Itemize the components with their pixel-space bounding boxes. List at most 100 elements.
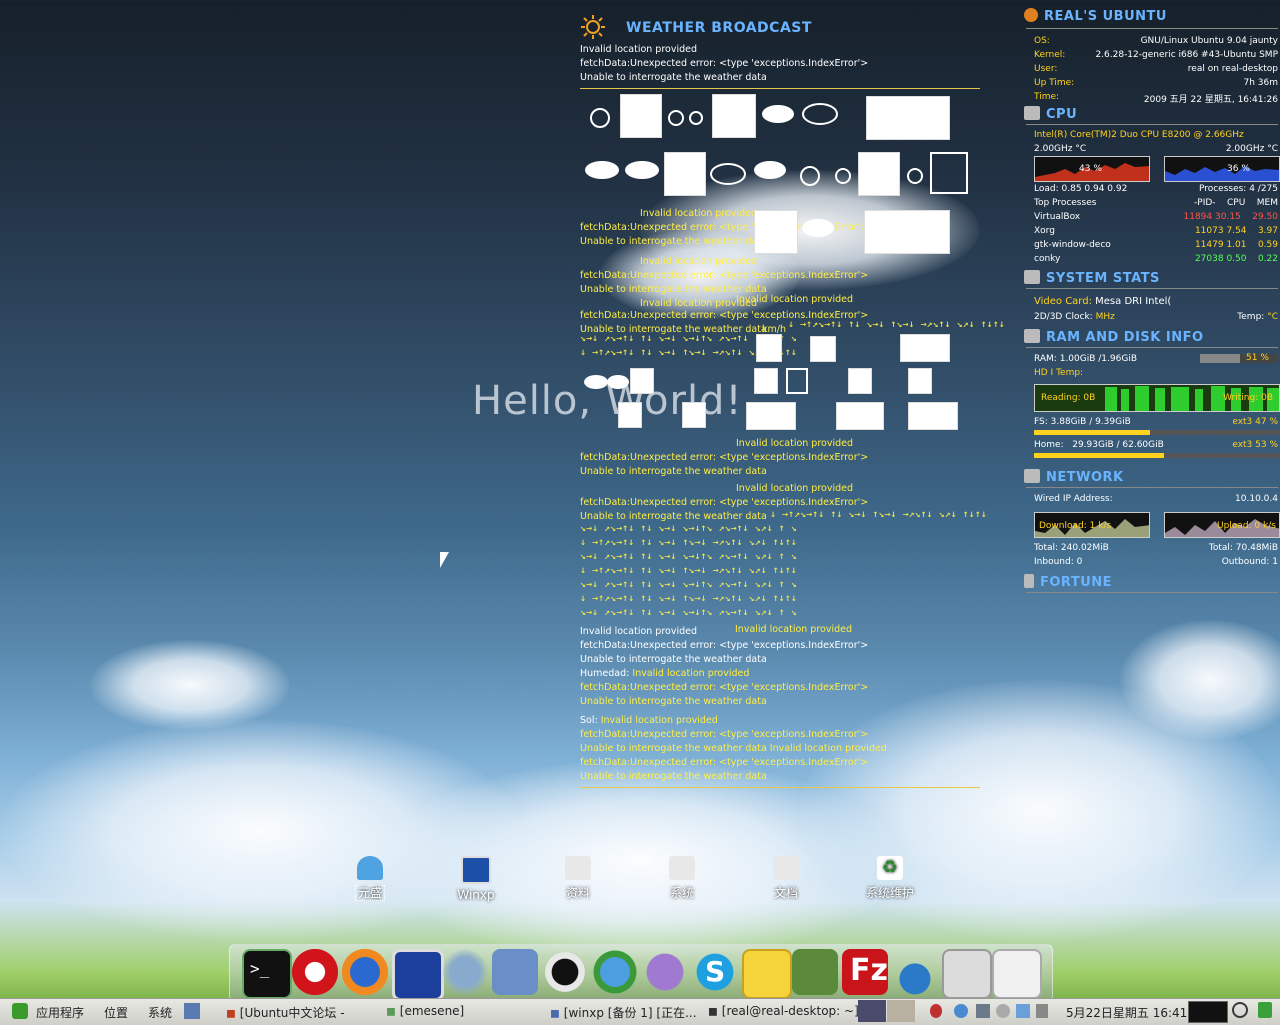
computer-icon bbox=[1024, 270, 1040, 284]
weather-message: Invalid location provided bbox=[640, 208, 758, 219]
monitor-icon bbox=[461, 856, 491, 884]
panel-clock[interactable]: 5月22日星期五 16:41 bbox=[1066, 1004, 1187, 1021]
disk-icon[interactable] bbox=[942, 949, 992, 999]
tray-icon[interactable] bbox=[930, 1004, 942, 1018]
desktop-icon-label: 资料 bbox=[565, 886, 590, 900]
weather-message: Invalid location provided bbox=[736, 294, 854, 305]
skype-icon[interactable]: S bbox=[692, 949, 738, 995]
wind-arrows: ↘→↓ ↗↘→↑↓ ↑↓ ↘→↓ ↘→↓↑↘ ↗↘→↑↓ ↘↗↓ ↑ ↘ bbox=[580, 523, 797, 534]
weather-widget: WEATHER BROADCAST Invalid location provi… bbox=[578, 14, 1005, 790]
weather-message: Invalid location provided bbox=[735, 624, 853, 635]
weather-message: fetchData:Unexpected error: <type 'excep… bbox=[580, 58, 869, 69]
wind-arrows: ↘→↓ ↗↘→↑↓ ↑↓ ↘→↓ ↘→↓↑↘ ↗↘→↑↓ ↘↗↓ ↑ ↘ bbox=[580, 579, 797, 590]
folder-icon bbox=[669, 856, 695, 880]
workspace-2[interactable] bbox=[887, 1000, 915, 1022]
bottom-panel: 应用程序 位置 系统 ◼ [Ubuntu中文论坛 - ◼ [emesene] ◼… bbox=[0, 998, 1280, 1025]
cloud-icon bbox=[800, 94, 840, 134]
conky-system-monitor: REAL'S UBUNTU OS: GNU/Linux Ubuntu 9.04 j… bbox=[1024, 4, 1280, 594]
water-drop-icon[interactable] bbox=[892, 949, 938, 995]
system-menu[interactable]: 系统 bbox=[148, 1004, 172, 1021]
na-icon bbox=[930, 152, 968, 194]
rain-cloud-icon bbox=[750, 154, 790, 194]
mail-icon[interactable] bbox=[742, 949, 792, 999]
system-stats-heading: SYSTEM STATS bbox=[1024, 270, 1160, 286]
menu-logo-icon[interactable] bbox=[12, 1003, 28, 1019]
network-tray-icon[interactable] bbox=[976, 1004, 990, 1018]
folder-icon bbox=[773, 856, 799, 880]
sun-label: Sol: Invalid location provided bbox=[580, 715, 718, 726]
sun-icon bbox=[582, 98, 622, 138]
weather-title: WEATHER BROADCAST bbox=[626, 20, 812, 36]
remote-desktop-icon[interactable] bbox=[492, 949, 538, 995]
ram-bar: 51 % bbox=[1200, 353, 1278, 363]
desktop-icon-wendang[interactable]: 文档 bbox=[754, 856, 818, 901]
places-menu[interactable]: 位置 bbox=[104, 1004, 128, 1021]
taskbar-item-terminal[interactable]: ◼ [real@real-desktop: ~] bbox=[708, 1004, 859, 1018]
snow-icon bbox=[754, 368, 778, 394]
thunder-cloud-icon bbox=[582, 154, 622, 194]
humidity-label: Humedad: Invalid location provided bbox=[580, 668, 750, 679]
weather-message: fetchData:Unexpected error: <type 'excep… bbox=[580, 452, 869, 463]
tray-icon[interactable] bbox=[954, 1004, 968, 1018]
taskbar-item-emesene[interactable]: ◼ [emesene] bbox=[386, 1004, 464, 1018]
workspace-1[interactable] bbox=[858, 1000, 886, 1022]
qq-icon[interactable] bbox=[542, 949, 588, 995]
divider bbox=[1026, 28, 1278, 29]
book-icon[interactable] bbox=[792, 949, 838, 995]
divider bbox=[1026, 592, 1278, 593]
trash-icon[interactable] bbox=[1258, 1002, 1272, 1018]
ipod-icon[interactable] bbox=[992, 949, 1042, 999]
cloud-icon bbox=[798, 208, 838, 248]
desktop-icon-xitong[interactable]: 系统 bbox=[650, 856, 714, 901]
ubuntu-logo-icon bbox=[1024, 8, 1038, 22]
desktop-icon-winxp[interactable]: Winxp bbox=[444, 856, 508, 902]
home-usage-bar bbox=[1034, 453, 1280, 458]
desktop-icon-xitongweihu[interactable]: ♻ 系统维护 bbox=[858, 856, 922, 901]
show-desktop-icon[interactable] bbox=[184, 1003, 200, 1019]
desktop-icon-ziliao[interactable]: 资料 bbox=[546, 856, 610, 901]
tray-icon[interactable] bbox=[1016, 1004, 1030, 1018]
taskbar-item-forum[interactable]: ◼ [Ubuntu中文论坛 - bbox=[226, 1004, 345, 1021]
weather-message: Unable to interrogate the weather data bbox=[580, 236, 767, 247]
fortune-icon bbox=[1024, 574, 1034, 588]
filezilla-icon[interactable]: Fz bbox=[842, 949, 888, 995]
weather-message: Unable to interrogate the weather data bbox=[580, 654, 767, 665]
desktop-icon-yuansheng[interactable]: 元盛 bbox=[338, 856, 402, 901]
dock: >_ S Fz bbox=[229, 944, 1053, 1002]
power-icon[interactable] bbox=[1232, 1002, 1248, 1018]
fs-usage-bar bbox=[1034, 430, 1280, 435]
partly-cloudy-icon bbox=[848, 368, 872, 394]
partly-cloudy-icon bbox=[682, 402, 706, 428]
opera-icon[interactable] bbox=[292, 949, 338, 995]
monitor-icon[interactable] bbox=[392, 949, 444, 1001]
weather-message: Invalid location provided bbox=[736, 483, 854, 494]
wind-arrows: ↓ →↑↗↘→↑↓ ↑↓ ↘→↓ ↑↘→↓ →↗↘↑↓ ↘↗↓ ↑↓↑↓ bbox=[788, 319, 1005, 330]
rain-cloud-icon bbox=[758, 98, 798, 138]
snow-icon bbox=[754, 210, 798, 254]
system-monitor-applet[interactable] bbox=[1188, 1001, 1228, 1023]
messenger-icon[interactable] bbox=[592, 949, 638, 995]
divider bbox=[1026, 288, 1278, 289]
storm-icon bbox=[908, 368, 932, 394]
cpu1-graph: 43 % bbox=[1034, 156, 1150, 182]
pidgin-icon[interactable] bbox=[642, 949, 688, 995]
terminal-icon[interactable]: >_ bbox=[242, 949, 292, 999]
network-globe-icon[interactable] bbox=[442, 949, 488, 995]
disk-icon bbox=[1024, 329, 1040, 343]
weather-message: fetchData:Unexpected error: <type 'excep… bbox=[580, 270, 869, 281]
weather-message: Invalid location provided bbox=[580, 626, 698, 637]
sun-icon bbox=[581, 15, 605, 39]
snow-cloudy-icon bbox=[864, 210, 950, 254]
wind-arrows: ↓ →↑↗↘→↑↓ ↑↓ ↘→↓ ↑↘→↓ →↗↘↑↓ ↘↗↓ ↑↓↑↓ bbox=[580, 537, 797, 548]
weather-divider bbox=[580, 787, 980, 788]
firefox-icon[interactable] bbox=[342, 949, 388, 995]
applications-menu[interactable]: 应用程序 bbox=[36, 1004, 84, 1021]
weather-message: fetchData:Unexpected error: <type 'excep… bbox=[580, 729, 869, 740]
divider bbox=[1026, 487, 1278, 488]
taskbar-item-winxp[interactable]: ◼ [winxp [备份 1] [正在... bbox=[550, 1004, 697, 1021]
sun-icon bbox=[792, 158, 832, 198]
night-cloudy-icon bbox=[900, 334, 950, 362]
network-heading: NETWORK bbox=[1024, 469, 1124, 485]
volume-icon[interactable] bbox=[1036, 1004, 1048, 1018]
tray-icon[interactable] bbox=[996, 1004, 1010, 1018]
